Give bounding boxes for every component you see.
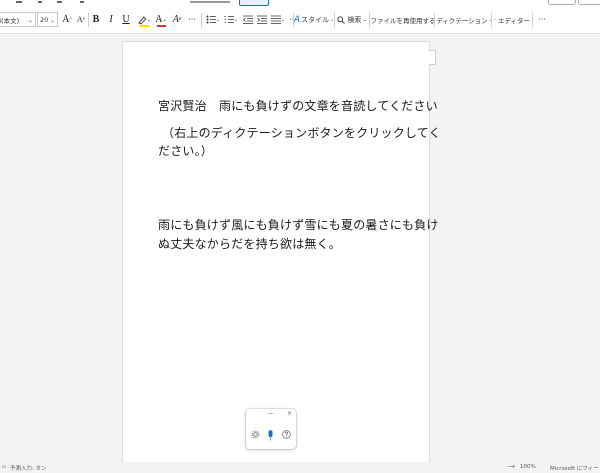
microphone-icon — [268, 430, 273, 441]
separator — [201, 13, 202, 27]
styles-button[interactable]: A スタイル ⌄ — [293, 11, 334, 28]
menu-fragment — [190, 1, 230, 3]
document-line: 宮沢賢治 雨にも負けずの文章を音読してください — [158, 99, 438, 113]
chevron-down-icon: ⌄ — [215, 16, 221, 23]
dictation-button[interactable]: ディクテーション ⌄ — [436, 11, 493, 28]
underline-icon: U — [122, 14, 130, 25]
drag-handle[interactable] — [268, 413, 273, 414]
editor-pen-icon — [494, 18, 496, 21]
chevron-down-icon: ⌄ — [146, 16, 151, 23]
dictation-settings-button[interactable] — [251, 430, 260, 442]
styles-label: スタイル — [300, 15, 329, 24]
page-corner-marker — [429, 50, 436, 65]
text-effects-button[interactable]: Aø — [171, 11, 183, 28]
more-font-options-button[interactable]: ··· — [186, 11, 198, 28]
menu-fragment — [80, 1, 84, 3]
menu-fragment — [16, 1, 22, 3]
bullet-list-icon — [206, 15, 216, 24]
italic-button[interactable]: I — [106, 11, 116, 28]
menu-fragment — [38, 1, 42, 3]
bullets-button[interactable]: ⌄ — [205, 11, 221, 28]
search-button[interactable]: 検索 ⌄ — [337, 11, 367, 28]
help-icon — [282, 430, 291, 439]
zoom-level[interactable]: 100% — [520, 464, 536, 470]
increase-indent-icon — [256, 15, 267, 24]
font-name-value: fi(本文) — [0, 16, 20, 25]
ribbon-toolbar: fi(本文) ⌄ 20 ⌄ A^ Av B I U ⌄ A⌄ Aø ··· ⌄ … — [0, 6, 600, 34]
increase-indent-button[interactable] — [256, 11, 267, 28]
share-button[interactable] — [578, 0, 600, 5]
dictation-mic-button[interactable] — [267, 430, 274, 444]
dictation-label: ディクテーション — [436, 16, 488, 25]
highlight-color-swatch — [140, 25, 149, 27]
bold-button[interactable]: B — [91, 11, 101, 28]
shrink-font-button[interactable]: Av — [75, 11, 87, 28]
more-icon: ··· — [538, 15, 546, 24]
reuse-file-button[interactable]: ファイルを再使用する — [371, 11, 436, 28]
chevron-down-icon: ⌄ — [49, 17, 55, 24]
grow-font-button[interactable]: A ^ — [61, 11, 73, 28]
gear-icon — [251, 430, 260, 439]
reuse-file-label: ファイルを再使用する — [370, 16, 436, 25]
document-line: ださい。） — [158, 144, 214, 158]
font-name-select[interactable]: fi(本文) ⌄ — [0, 12, 36, 27]
predictive-text-status[interactable]: 予測入力: オン — [10, 464, 47, 472]
comments-button[interactable] — [548, 0, 576, 5]
separator — [88, 13, 89, 27]
decrease-indent-icon — [242, 15, 253, 24]
document-line: 雨にも負けず風にも負けず雪にも夏の暑さにも負け — [158, 218, 439, 232]
document-line: （右上のディクテーションボタンをクリックしてく — [162, 126, 441, 140]
status-icon: ▫ — [2, 464, 6, 470]
dictation-help-button[interactable] — [282, 430, 291, 442]
font-size-select[interactable]: 20 ⌄ — [37, 12, 58, 27]
document-line: ぬ丈夫なからだを持ち欲は無く。 — [158, 237, 342, 251]
font-size-value: 20 — [40, 15, 49, 24]
status-bar: ▫ 予測入力: オン — + 100% Microsoft にフィードバック — [0, 462, 600, 473]
editor-button[interactable]: エディター — [494, 11, 530, 28]
chevron-down-icon: ⌄ — [27, 17, 33, 24]
chevron-down-icon: ⌄ — [233, 16, 239, 23]
font-color-swatch — [157, 25, 166, 27]
decrease-indent-button[interactable] — [242, 11, 253, 28]
numbering-button[interactable]: ⌄ — [223, 11, 239, 28]
feedback-link[interactable]: Microsoft にフィードバック — [550, 464, 600, 472]
editor-label: エディター — [497, 16, 530, 25]
search-icon — [337, 15, 346, 24]
dictation-panel: × — [246, 409, 296, 449]
italic-icon: I — [109, 14, 113, 25]
align-justify-icon — [270, 15, 281, 24]
chevron-down-icon: ⌄ — [280, 16, 286, 23]
align-button[interactable]: ⌄ — [270, 11, 286, 28]
zoom-in-button[interactable]: + — [511, 464, 516, 470]
highlighter-icon — [138, 15, 147, 24]
bold-icon: B — [92, 14, 100, 25]
more-icon: ··· — [188, 15, 196, 24]
chevron-down-icon: ⌄ — [362, 16, 367, 23]
font-color-icon: A — [155, 14, 163, 25]
menu-fragment — [57, 1, 62, 3]
separator — [434, 13, 435, 27]
styles-icon: A — [293, 14, 300, 25]
grow-font-icon: A — [62, 14, 70, 25]
chevron-down-icon: ⌄ — [162, 17, 167, 23]
underline-button[interactable]: U — [121, 11, 131, 28]
close-icon[interactable]: × — [287, 410, 292, 417]
more-options-button[interactable]: ··· — [536, 11, 548, 28]
separator — [334, 13, 335, 27]
separator — [532, 13, 533, 27]
search-label: 検索 — [347, 15, 362, 24]
separator — [491, 13, 492, 27]
numbered-list-icon — [224, 16, 234, 23]
